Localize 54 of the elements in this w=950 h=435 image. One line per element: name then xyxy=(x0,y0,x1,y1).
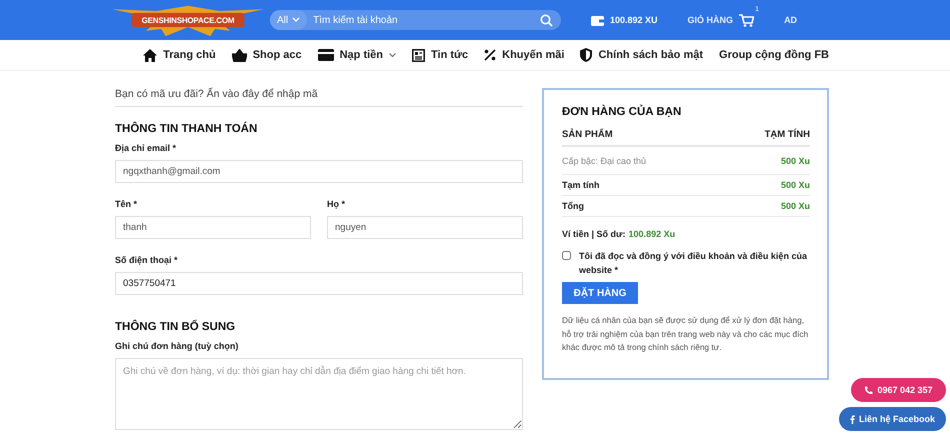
field-label: Ghi chú đơn hàng (tuỳ chọn) xyxy=(115,341,240,351)
email-field[interactable]: ngqxthanh@gmail.com xyxy=(115,160,523,183)
newspaper-icon xyxy=(412,48,426,62)
section-heading: THÔNG TIN BỔ SUNG xyxy=(115,321,236,333)
phone-button[interactable]: 0967 042 357 xyxy=(851,378,946,402)
facebook-icon xyxy=(850,414,855,424)
nav-link[interactable]: Group cộng đồng FB xyxy=(719,49,829,61)
phone-icon xyxy=(864,386,874,394)
column-header: TẠM TÍNH xyxy=(764,129,810,140)
credit-card-icon xyxy=(318,49,334,61)
balance-text[interactable]: 100.892 XU xyxy=(610,15,658,25)
field-label: Họ * xyxy=(327,199,346,209)
search-icon[interactable] xyxy=(540,14,553,26)
price-text: 500 Xu xyxy=(780,156,810,166)
logo-text: GENSHINSHOPACE.COM xyxy=(142,16,234,24)
wallet-balance: 100.892 Xu xyxy=(628,229,676,239)
section-heading: THÔNG TIN THANH TOÁN xyxy=(115,123,258,135)
cart-link[interactable]: GIỎ HÀNG xyxy=(688,15,734,25)
field-label: Tên * xyxy=(115,199,138,209)
row-label: Tổng xyxy=(562,201,584,211)
terms-label: Tôi đã đọc và đồng ý với điều khoản và điều kiện của website * xyxy=(579,250,808,277)
basket-icon xyxy=(232,48,247,62)
phone-field[interactable]: 0357750471 xyxy=(115,272,523,295)
shield-icon xyxy=(580,48,592,62)
last-name-field[interactable]: nguyen xyxy=(327,216,523,239)
row-label: Tạm tính xyxy=(562,180,600,190)
account-link[interactable]: AD xyxy=(784,15,798,25)
privacy-notice: Dữ liệu cá nhân của bạn sẽ được sử dụng để xử lý đơn đặt hàng, hỗ trợ trải nghiệm của bạn trên trang web này và cho các mục đích khác được mô tả trong chính sách riêng tư. xyxy=(562,314,810,354)
place-order-button[interactable]: ĐẶT HÀNG xyxy=(562,282,638,304)
first-name-field[interactable]: thanh xyxy=(115,216,311,239)
price-text: 500 Xu xyxy=(780,201,810,211)
wallet-icon xyxy=(591,14,604,26)
nav-link[interactable]: Trang chủ xyxy=(143,48,216,62)
logo[interactable]: GENSHINSHOPACE.COM xyxy=(112,0,264,40)
field-label: Địa chỉ email * xyxy=(115,143,178,153)
nav-link[interactable]: Tin tức xyxy=(412,48,468,62)
wallet-label: Ví tiền | Số dư: xyxy=(562,229,626,239)
nav-link[interactable]: Shop acc xyxy=(232,48,302,62)
column-header: SẢN PHẨM xyxy=(562,129,613,140)
house-icon xyxy=(143,48,158,62)
nav-link[interactable]: Chính sách bảo mật xyxy=(580,48,704,62)
field-label: Số điện thoại * xyxy=(115,255,179,265)
cart-icon[interactable] xyxy=(739,14,754,26)
card-heading: ĐƠN HÀNG CỦA BẠN xyxy=(562,106,682,118)
price-text: 500 Xu xyxy=(780,180,810,190)
facebook-button[interactable]: Liên hệ Facebook xyxy=(838,407,946,431)
nav-link[interactable]: Nạp tiền xyxy=(318,49,396,61)
row-label: Cấp bậc: Đại cao thủ xyxy=(562,156,646,166)
percent-icon xyxy=(484,49,496,61)
terms-checkbox[interactable] xyxy=(562,251,571,260)
notes-field[interactable]: Ghi chú về đơn hàng, ví dụ: thời gian hay chỉ dẫn địa điểm giao hàng chi tiết hơn. xyxy=(115,358,523,430)
coupon-link[interactable]: Bạn có mã ưu đãi? Ấn vào đây để nhập mã xyxy=(115,88,523,107)
chevron-down-icon xyxy=(292,17,300,23)
nav-link[interactable]: Khuyến mãi xyxy=(484,49,564,61)
